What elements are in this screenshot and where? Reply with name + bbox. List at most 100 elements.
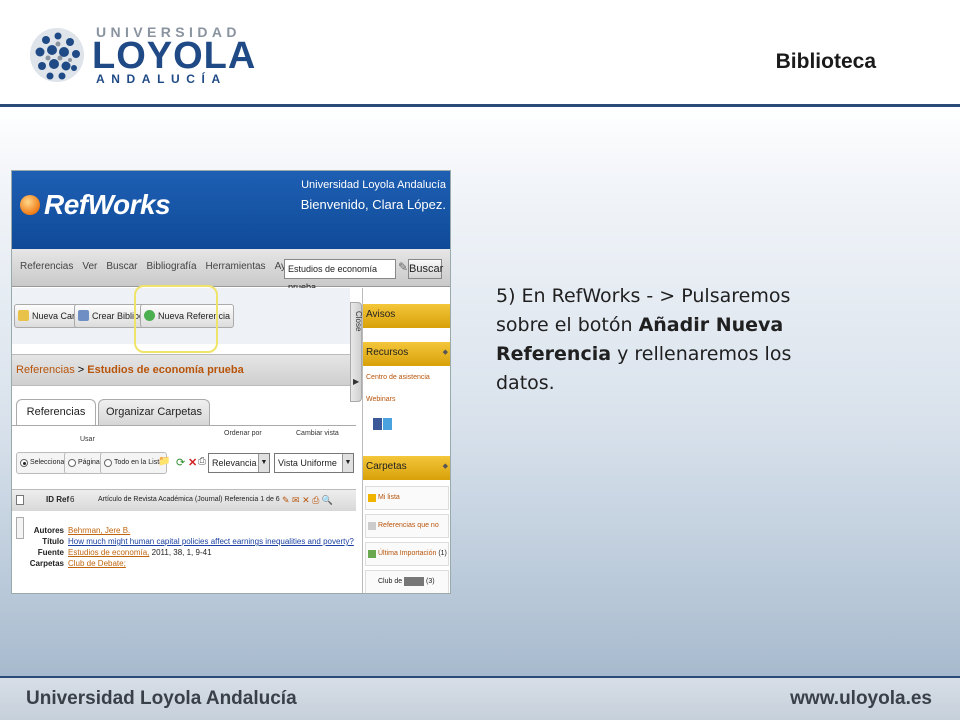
authors-link[interactable]: Behrman, Jere B. xyxy=(68,526,130,535)
breadcrumb: Referencias > Estudios de economía prueb… xyxy=(12,354,350,386)
menu-item-ver[interactable]: Ver xyxy=(82,261,97,272)
new-reference-highlight xyxy=(134,285,218,353)
refworks-menubar: Referencias Ver Buscar Bibliografía Herr… xyxy=(12,249,450,292)
sort-select-value: Relevancia xyxy=(212,458,257,468)
instruction-text: 5) En RefWorks - > Pulsaremos sobre el b… xyxy=(496,282,806,398)
refworks-logo-text: RefWorks xyxy=(44,189,171,220)
radio-dot-all xyxy=(104,459,112,467)
search-button[interactable]: Buscar xyxy=(408,259,443,279)
close-panel-tab[interactable]: Close ▶ xyxy=(350,302,363,402)
help-center-link[interactable]: Centro de asistencia xyxy=(366,374,430,381)
print-icon[interactable]: ⎙ xyxy=(198,456,206,467)
refworks-banner: RefWorks Universidad Loyola Andalucía Bi… xyxy=(12,171,450,249)
last-import-label: Última Importación xyxy=(378,550,437,557)
carpetas-title: Carpetas xyxy=(366,461,407,472)
source-details: 2011, 38, 1, 9-41 xyxy=(149,548,212,557)
ref-type-text: Artículo de Revista Académica (Journal) … xyxy=(98,496,280,503)
radio-all-label: Todo en la Lista xyxy=(114,459,164,466)
menu-item-buscar[interactable]: Buscar xyxy=(106,261,137,272)
section-title: Biblioteca xyxy=(775,50,876,73)
sort-select[interactable]: Relevancia ▼ xyxy=(208,453,270,473)
footer-university: Universidad Loyola Andalucía xyxy=(26,688,297,709)
ref-id-value: 6 xyxy=(70,495,75,504)
welcome-message: Bienvenido, Clara López. xyxy=(300,197,446,212)
title-link[interactable]: How much might human capital policies af… xyxy=(68,537,354,546)
breadcrumb-root[interactable]: Referencias xyxy=(16,364,75,376)
delete-icon[interactable]: ✕ xyxy=(188,456,197,469)
tab-organizar-carpetas[interactable]: Organizar Carpetas xyxy=(98,399,210,425)
avisos-header[interactable]: Avisos xyxy=(363,304,450,328)
document-icon xyxy=(368,522,376,530)
folder-club[interactable]: Club de (3) xyxy=(365,570,449,593)
use-label: Usar xyxy=(80,436,95,443)
slide-footer: Universidad Loyola Andalucía www.uloyola… xyxy=(0,676,960,720)
title-label: Título xyxy=(42,537,64,546)
breadcrumb-current: Estudios de economía prueba xyxy=(87,364,244,376)
bibliography-icon xyxy=(78,310,89,321)
reference-header: ID Ref 6 Artículo de Revista Académica (… xyxy=(12,489,356,511)
carpetas-header[interactable]: Carpetas ◆ xyxy=(363,456,450,480)
globe-logo-icon xyxy=(30,28,84,82)
avisos-title: Avisos xyxy=(366,309,396,320)
university-logo: UNIVERSIDAD LOYOLA ANDALUCÍA xyxy=(28,22,255,88)
institution-name: Universidad Loyola Andalucía xyxy=(301,179,446,191)
chevron-right-icon: ▶ xyxy=(353,377,360,386)
recursos-title: Recursos xyxy=(366,347,409,358)
refworks-ball-icon xyxy=(20,195,40,215)
last-import-count: (1) xyxy=(438,550,447,557)
slide-header: UNIVERSIDAD LOYOLA ANDALUCÍA Biblioteca xyxy=(0,0,960,106)
folder-last-import[interactable]: Última Importación (1) xyxy=(365,542,449,566)
facebook-icon[interactable] xyxy=(373,418,382,430)
radio-all[interactable]: Todo en la Lista xyxy=(100,452,168,474)
breadcrumb-separator: > xyxy=(77,364,85,376)
webinars-link[interactable]: Webinars xyxy=(366,396,395,403)
my-list-label: Mi lista xyxy=(378,494,400,501)
source-link[interactable]: Estudios de economía, xyxy=(68,548,149,557)
source-label: Fuente xyxy=(37,548,64,557)
folder-my-list[interactable]: Mi lista xyxy=(365,486,449,510)
reference-actions-icons[interactable]: ✎ ✉ ✕ ⎙ 🔍 xyxy=(282,490,333,510)
chevron-down-icon: ▼ xyxy=(258,454,269,472)
refworks-logo: RefWorks xyxy=(20,189,171,223)
refresh-icon[interactable]: ⟳ xyxy=(176,456,185,469)
main-menu: Referencias Ver Buscar Bibliografía Herr… xyxy=(20,261,303,272)
folder-icon xyxy=(18,310,29,321)
view-label: Cambiar vista xyxy=(296,430,339,437)
ref-id-label: ID Ref xyxy=(46,495,70,504)
references-controls: Usar Ordenar por Cambiar vista Seleccion… xyxy=(12,425,356,479)
folders-link[interactable]: Club de Debate; xyxy=(68,559,126,568)
tab-referencias[interactable]: Referencias xyxy=(16,399,96,425)
recursos-header[interactable]: Recursos ◆ xyxy=(363,342,450,366)
refworks-screenshot: RefWorks Universidad Loyola Andalucía Bi… xyxy=(11,170,451,594)
import-icon xyxy=(368,550,376,558)
menu-item-herramientas[interactable]: Herramientas xyxy=(206,261,266,272)
radio-page-label: Página xyxy=(78,459,100,466)
view-select-value: Vista Uniforme xyxy=(278,458,337,468)
club-count: (3) xyxy=(426,578,435,585)
source-value: Estudios de economía, 2011, 38, 1, 9-41 xyxy=(68,548,212,557)
folder-name-redaction xyxy=(404,576,425,586)
pencil-icon[interactable]: ✎ xyxy=(398,260,408,274)
pin-icon[interactable]: ◆ xyxy=(443,342,448,364)
refworks-sidebar: Avisos Recursos ◆ Centro de asistencia W… xyxy=(362,288,450,593)
twitter-icon[interactable] xyxy=(383,418,392,430)
search-input[interactable]: Estudios de economía prueba xyxy=(284,259,396,292)
logo-andalucia-text: ANDALUCÍA xyxy=(96,72,227,86)
radio-page[interactable]: Página xyxy=(64,452,104,474)
radio-dot-selected xyxy=(20,459,28,467)
logo-loyola-text: LOYOLA xyxy=(92,35,257,77)
sort-label: Ordenar por xyxy=(224,430,262,437)
folders-label: Carpetas xyxy=(29,559,64,568)
menu-item-bibliografia[interactable]: Bibliografía xyxy=(147,261,197,272)
pin-icon[interactable]: ◆ xyxy=(443,456,448,478)
folder-not-in-folder[interactable]: Referencias que no están e xyxy=(365,514,449,551)
header-divider xyxy=(0,104,960,107)
view-select[interactable]: Vista Uniforme ▼ xyxy=(274,453,354,473)
reference-checkbox[interactable] xyxy=(16,495,24,505)
star-icon xyxy=(368,494,376,502)
folder-add-icon[interactable]: 📁 xyxy=(158,456,170,467)
club-label: Club de xyxy=(378,578,403,585)
footer-website[interactable]: www.uloyola.es xyxy=(790,688,932,710)
radio-dot-page xyxy=(68,459,76,467)
menu-item-referencias[interactable]: Referencias xyxy=(20,261,73,272)
